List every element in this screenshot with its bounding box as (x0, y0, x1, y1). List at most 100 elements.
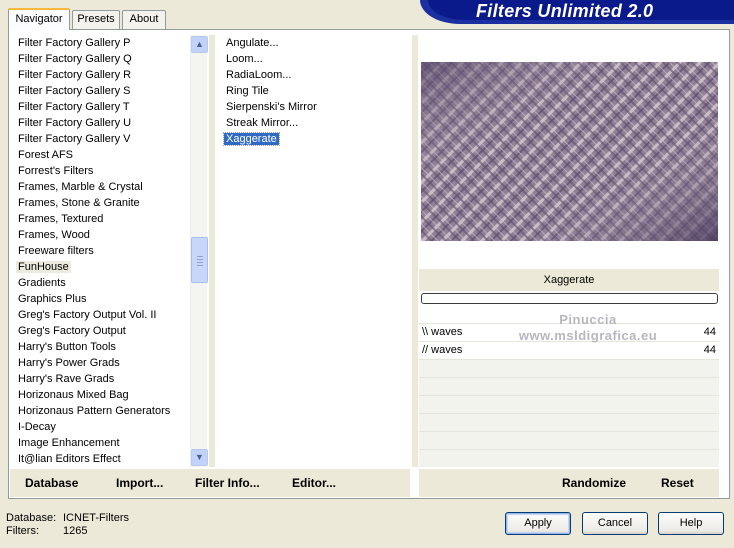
category-item[interactable]: Forest AFS (10, 147, 192, 163)
category-label: Forest AFS (18, 149, 74, 161)
category-item[interactable]: Forrest's Filters (10, 163, 192, 179)
category-label: Image Enhancement (18, 437, 120, 449)
filters-count-value: 1265 (63, 525, 88, 537)
filter-info-button[interactable]: Filter Info... (195, 476, 260, 490)
param-label: \\ waves (422, 326, 463, 338)
cancel-button[interactable]: Cancel (582, 512, 648, 535)
category-item[interactable]: Frames, Textured (10, 211, 192, 227)
app-title: Filters Unlimited 2.0 (476, 1, 654, 21)
category-label: Filter Factory Gallery P (18, 37, 131, 49)
filter-parameters: \\ waves 44 // waves 44 (419, 323, 719, 467)
current-filter-name: Xaggerate (419, 269, 719, 291)
filter-preview-image (421, 62, 718, 241)
param-value: 44 (703, 344, 716, 356)
editor-button[interactable]: Editor... (292, 476, 336, 490)
filter-label: Xaggerate (223, 132, 280, 146)
filter-label: Sierpenski's Mirror (226, 101, 317, 113)
category-label: Harry's Rave Grads (18, 373, 115, 385)
filter-label: Streak Mirror... (226, 117, 299, 129)
category-label: Freeware filters (18, 245, 94, 257)
category-item[interactable]: Filter Factory Gallery Q (10, 51, 192, 67)
filter-item[interactable]: Ring Tile (218, 83, 408, 99)
preview-divider (412, 35, 418, 467)
category-item[interactable]: FunHouse (10, 259, 192, 275)
filter-item[interactable]: Streak Mirror... (218, 115, 408, 131)
category-item[interactable]: Filter Factory Gallery R (10, 67, 192, 83)
filter-list[interactable]: Angulate... Loom... RadiaLoom... Ring Tile S… (218, 35, 408, 465)
database-button[interactable]: Database (25, 476, 78, 490)
category-label: Greg's Factory Output Vol. II (18, 309, 157, 321)
category-item[interactable]: Gradients (10, 275, 192, 291)
category-label: It@lian Editors Effect (18, 453, 121, 465)
category-item[interactable]: I-Decay (10, 419, 192, 435)
param-row-slash-waves[interactable]: // waves 44 (419, 341, 719, 359)
category-item[interactable]: Frames, Wood (10, 227, 192, 243)
category-item[interactable]: Harry's Rave Grads (10, 371, 192, 387)
category-item[interactable]: Greg's Factory Output Vol. II (10, 307, 192, 323)
category-label: Filter Factory Gallery U (18, 117, 132, 129)
navigator-toolbar: Database Import... Filter Info... Editor… (10, 469, 410, 497)
category-label: Greg's Factory Output (18, 325, 126, 337)
apply-button[interactable]: Apply (505, 512, 571, 535)
reset-button[interactable]: Reset (661, 476, 694, 490)
category-label: Filter Factory Gallery V (18, 133, 131, 145)
param-value: 44 (703, 326, 716, 338)
category-item[interactable]: Frames, Marble & Crystal (10, 179, 192, 195)
category-label: Filter Factory Gallery S (18, 85, 131, 97)
category-item[interactable]: Filter Factory Gallery U (10, 115, 192, 131)
category-scrollbar[interactable]: ▲ ▼ (190, 35, 208, 467)
category-item[interactable]: Horizonaus Mixed Bag (10, 387, 192, 403)
preview-toolbar: Randomize Reset (419, 469, 719, 497)
category-label: Forrest's Filters (18, 165, 94, 177)
category-list[interactable]: Filter Factory Gallery P Filter Factory G… (10, 35, 192, 467)
tab-presets[interactable]: Presets (72, 10, 120, 29)
category-label: Filter Factory Gallery Q (18, 53, 132, 65)
param-slider[interactable] (467, 327, 693, 338)
category-item[interactable]: Freeware filters (10, 243, 192, 259)
param-row-empty (419, 413, 719, 431)
category-label: Harry's Button Tools (18, 341, 116, 353)
category-item[interactable]: Harry's Button Tools (10, 339, 192, 355)
import-button[interactable]: Import... (116, 476, 163, 490)
scroll-down-button[interactable]: ▼ (191, 449, 208, 466)
category-item[interactable]: Filter Factory Gallery P (10, 35, 192, 51)
category-item[interactable]: Harry's Power Grads (10, 355, 192, 371)
category-label: Graphics Plus (18, 293, 87, 305)
category-item[interactable]: It@lian Editors Effect (10, 451, 192, 467)
param-row-backslash-waves[interactable]: \\ waves 44 (419, 323, 719, 341)
filter-item[interactable]: Sierpenski's Mirror (218, 99, 408, 115)
param-row-empty (419, 377, 719, 395)
category-item[interactable]: Image Enhancement (10, 435, 192, 451)
param-row-empty (419, 359, 719, 377)
category-item[interactable]: Greg's Factory Output (10, 323, 192, 339)
preview-pattern (421, 62, 718, 241)
scroll-thumb[interactable] (191, 237, 208, 283)
category-item[interactable]: Frames, Stone & Granite (10, 195, 192, 211)
filter-item[interactable]: Xaggerate (218, 131, 408, 147)
help-button[interactable]: Help (658, 512, 724, 535)
filter-label: Angulate... (226, 37, 279, 49)
category-item[interactable]: Filter Factory Gallery T (10, 99, 192, 115)
param-row-empty (419, 395, 719, 413)
param-slider[interactable] (467, 345, 693, 356)
param-row-empty (419, 431, 719, 449)
filter-label: RadiaLoom... (226, 69, 292, 81)
category-item[interactable]: Filter Factory Gallery S (10, 83, 192, 99)
randomize-button[interactable]: Randomize (562, 476, 626, 490)
scroll-up-button[interactable]: ▲ (191, 36, 208, 53)
category-label: Frames, Textured (18, 213, 104, 225)
list-divider (209, 35, 215, 467)
database-label: Database: (6, 512, 57, 524)
category-item[interactable]: Graphics Plus (10, 291, 192, 307)
app-banner: Filters Unlimited 2.0 (420, 0, 734, 24)
filter-item[interactable]: RadiaLoom... (218, 67, 408, 83)
tab-navigator[interactable]: Navigator (8, 8, 70, 30)
filter-item[interactable]: Loom... (218, 51, 408, 67)
progress-bar (421, 293, 718, 304)
category-item[interactable]: Filter Factory Gallery V (10, 131, 192, 147)
category-label: Horizonaus Pattern Generators (18, 405, 171, 417)
filters-count-label: Filters: (6, 525, 39, 537)
filter-item[interactable]: Angulate... (218, 35, 408, 51)
tab-about[interactable]: About (122, 10, 166, 29)
category-item[interactable]: Horizonaus Pattern Generators (10, 403, 192, 419)
